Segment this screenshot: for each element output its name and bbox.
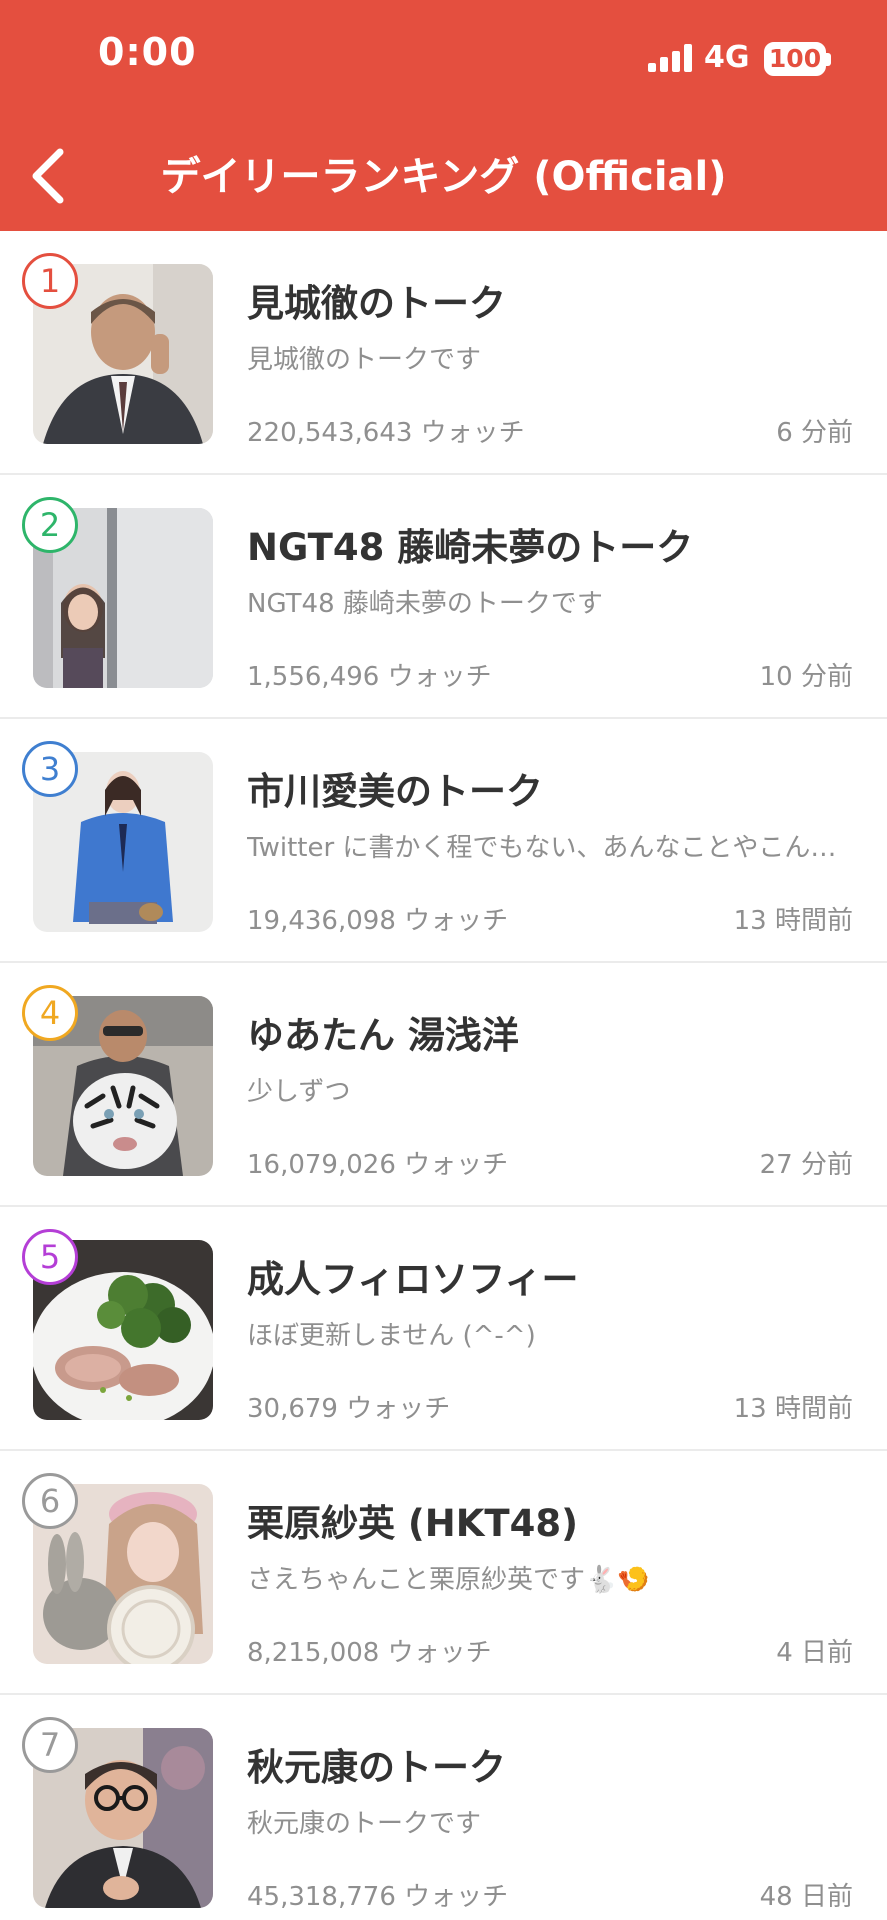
rank-badge: 1 [22,253,78,309]
updated-time: 13 時間前 [733,906,853,936]
ranking-item-1[interactable]: 1 見城徹のトーク 見城徹のトークです 220,543,643 ウォッチ 6 分… [0,231,887,475]
watch-count: 1,556,496 ウォッチ [247,662,492,692]
rank-badge: 2 [22,497,78,553]
status-bar: 0:00 4G 100 [0,0,887,120]
ranking-item-5[interactable]: 5 成人フィロソフィー ほぼ更新しません (^-^) 30,679 ウォッチ 1… [0,1207,887,1451]
battery-icon: 100 [764,42,826,76]
watch-count: 16,079,026 ウォッチ [247,1150,509,1180]
item-title: ゆあたん 湯浅洋 [247,1014,519,1057]
item-description: Twitter に書かく程でもない、あんなことやこんな… [247,833,852,863]
item-title: 栗原紗英 (HKT48) [247,1502,579,1545]
watch-count: 220,543,643 ウォッチ [247,418,525,448]
updated-time: 27 分前 [759,1150,853,1180]
item-title: NGT48 藤崎未夢のトーク [247,526,694,569]
battery-tip [826,53,831,66]
watch-count: 30,679 ウォッチ [247,1394,451,1424]
item-title: 秋元康のトーク [247,1746,506,1789]
signal-icon [648,44,694,72]
item-description: 秋元康のトークです [247,1809,482,1839]
ranking-item-2[interactable]: 2 NGT48 藤崎未夢のトーク NGT48 藤崎未夢のトークです 1,556,… [0,475,887,719]
battery-level: 100 [768,44,822,73]
watch-count: 8,215,008 ウォッチ [247,1638,492,1668]
updated-time: 13 時間前 [733,1394,853,1424]
ranking-item-6[interactable]: 6 栗原紗英 (HKT48) さえちゃんこと栗原紗英です🐇🍤 8,215,008… [0,1451,887,1695]
network-label: 4G [704,40,750,75]
updated-time: 48 日前 [759,1882,853,1912]
item-title: 見城徹のトーク [247,282,506,325]
rank-badge: 7 [22,1717,78,1773]
item-description: NGT48 藤崎未夢のトークです [247,589,603,619]
watch-count: 45,318,776 ウォッチ [247,1882,509,1912]
updated-time: 6 分前 [776,418,853,448]
updated-time: 10 分前 [759,662,853,692]
ranking-item-4[interactable]: 4 ゆあたん 湯浅洋 少しずつ 16,079,026 ウォッチ 27 分前 [0,963,887,1207]
nav-bar: デイリーランキング (Official) [0,120,887,231]
item-description: さえちゃんこと栗原紗英です🐇🍤 [247,1565,650,1595]
rank-badge: 6 [22,1473,78,1529]
ranking-item-7[interactable]: 7 秋元康のトーク 秋元康のトークです 45,318,776 ウォッチ 48 日… [0,1695,887,1920]
watch-count: 19,436,098 ウォッチ [247,906,509,936]
item-title: 市川愛美のトーク [247,770,543,813]
status-time: 0:00 [98,30,197,74]
ranking-list: 1 見城徹のトーク 見城徹のトークです 220,543,643 ウォッチ 6 分… [0,231,887,1920]
rank-badge: 3 [22,741,78,797]
page-title: デイリーランキング (Official) [160,154,727,200]
rank-badge: 5 [22,1229,78,1285]
item-description: 見城徹のトークです [247,345,482,375]
item-description: 少しずつ [247,1077,351,1107]
updated-time: 4 日前 [776,1638,853,1668]
item-description: ほぼ更新しません (^-^) [247,1321,536,1351]
rank-badge: 4 [22,985,78,1041]
ranking-item-3[interactable]: 3 市川愛美のトーク Twitter に書かく程でもない、あんなことやこんな… … [0,719,887,963]
item-title: 成人フィロソフィー [247,1258,579,1301]
